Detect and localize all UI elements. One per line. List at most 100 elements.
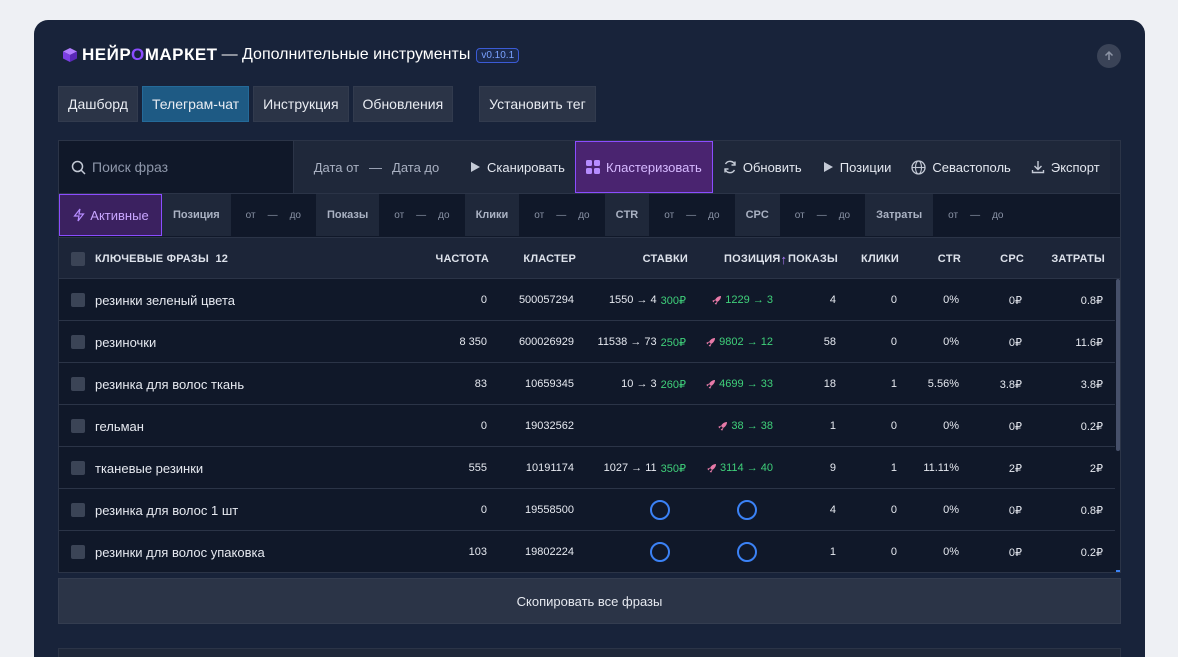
row-checkbox[interactable] [71,503,85,517]
frequency-value: 0 [480,420,487,432]
cpc-value: 0₽ [1008,336,1022,349]
scroll-up-button[interactable] [1097,44,1121,68]
bid-loading [650,489,670,531]
frequency-value: 555 [468,462,487,474]
bid-value: 1550 → 4 300₽ [566,279,686,321]
cluster-button[interactable]: Кластеризовать [574,141,713,193]
active-filter-button[interactable]: Активные [59,194,162,236]
page-title: — Дополнительные инструменты [221,46,471,63]
cpc-value: 0₽ [1008,420,1022,433]
column-cpc[interactable]: CPC [944,238,1024,280]
filter-to-input[interactable]: до [708,210,719,221]
tab-telegram-chat[interactable]: Телеграм-чат [141,86,250,122]
set-tag-button[interactable]: Установить тег [479,86,596,122]
column-frequency[interactable]: ЧАСТОТА [409,238,489,280]
region-button[interactable]: Севастополь [901,141,1021,193]
cpc-value: 3.8₽ [999,378,1022,391]
column-cost[interactable]: ЗАТРАТЫ [1025,238,1105,280]
scan-button[interactable]: Сканировать [459,141,575,193]
select-all-checkbox[interactable] [71,252,85,266]
frequency-value: 103 [468,546,487,558]
filter-to-input[interactable]: до [578,210,589,221]
scrollbar-thumb[interactable] [1116,279,1120,451]
phrase-text: резинка для волос 1 шт [95,502,239,518]
column-bids[interactable]: СТАВКИ [608,238,688,280]
positions-button[interactable]: Позиции [811,141,902,193]
copy-all-phrases-button[interactable]: Скопировать все фразы [58,578,1121,624]
phrase-text: резинки зеленый цвета [95,292,236,308]
table-row[interactable]: резинка для волос 1 шт 0 19558500 4 0 0% 0₽ 0.8… [59,489,1115,531]
row-checkbox[interactable] [71,335,85,349]
row-checkbox[interactable] [71,293,85,307]
filter-from-input[interactable]: от [534,210,544,221]
filter-from-input[interactable]: от [664,210,674,221]
column-cluster[interactable]: КЛАСТЕР [496,238,576,280]
filter-to-input[interactable]: до [992,210,1003,221]
filter-label: Затраты [865,194,934,236]
filter-to-input[interactable]: до [290,210,301,221]
search-input[interactable]: Поиск фраз [59,141,293,193]
filter-from-input[interactable]: от [948,210,958,221]
bid-change: 11538 → 73 [597,336,657,348]
position-loading [737,489,757,531]
lightning-icon [73,208,86,222]
column-phrases[interactable]: КЛЮЧЕВЫЕ ФРАЗЫ 12 [95,238,228,280]
row-checkbox[interactable] [71,419,85,433]
rocket-icon [706,338,716,347]
arrow-up-icon [1104,50,1114,60]
table-scrollbar[interactable] [1115,279,1120,572]
filter-cpc: CPC от — до [734,194,866,236]
loading-spinner-icon [737,500,757,520]
cluster-value: 19558500 [525,504,574,516]
filter-shows: Показы от — до [315,194,465,236]
date-from-field[interactable]: Дата от [314,160,359,175]
rocket-icon [712,296,722,305]
date-dash: — [369,159,383,175]
row-checkbox[interactable] [71,545,85,559]
row-checkbox[interactable] [71,461,85,475]
tab-updates[interactable]: Обновления [352,86,454,122]
export-button[interactable]: Экспорт [1020,141,1110,193]
scan-label: Сканировать [487,159,565,175]
table-row[interactable]: резинка для волос ткань 83 10659345 10 → 32… [59,363,1115,405]
phrase-text: тканевые резинки [95,460,204,476]
filter-label: CTR [604,194,650,236]
export-label: Экспорт [1050,159,1100,175]
filter-to-input[interactable]: до [438,210,449,221]
region-label: Севастополь [932,159,1011,175]
filter-clicks: Клики от — до [464,194,605,236]
row-checkbox[interactable] [71,377,85,391]
search-placeholder: Поиск фраз [92,159,169,175]
rocket-icon [718,422,728,431]
table-row[interactable]: резинки зеленый цвета 0 500057294 1550 → 43… [59,279,1115,321]
header: НЕЙРОМАРКЕТ — Дополнительные инструменты… [62,44,520,66]
filter-from-input[interactable]: от [394,210,404,221]
cluster-value: 19032562 [525,420,574,432]
frequency-value: 8 350 [459,336,487,348]
search-icon [71,160,86,175]
bottom-section [58,648,1121,657]
tab-instructions[interactable]: Инструкция [253,86,349,122]
phrase-text: гельман [95,418,144,434]
refresh-button[interactable]: Обновить [712,141,812,193]
table-header: КЛЮЧЕВЫЕ ФРАЗЫ 12 ЧАСТОТА КЛАСТЕР СТАВКИ… [59,237,1120,280]
date-range[interactable]: Дата от — Дата до [293,141,459,193]
version-badge: v0.10.1 [476,47,520,63]
table-row[interactable]: резинки для волос упаковка 103 19802224 1 0 0… [59,531,1115,572]
cluster-value: 19802224 [525,546,574,558]
filter-from-input[interactable]: от [795,210,805,221]
cost-value: 2₽ [1089,462,1103,475]
table-row[interactable]: тканевые резинки 555 10191174 1027 → 11 350₽… [59,447,1115,489]
filter-from-input[interactable]: от [246,210,256,221]
filter-label: CPC [734,194,780,236]
bid-value: 1027 → 11 350₽ [566,447,686,489]
tab-dashboard[interactable]: Дашборд [58,86,138,122]
table-row[interactable]: гельман 0 19032562 38 → 38 1 0 0% 0₽ 0.2₽ [59,405,1115,447]
cpc-value: 0₽ [1008,504,1022,517]
bid-value: 10 → 3 260₽ [566,363,686,405]
table-row[interactable]: резиночки 8 350 600026929 11538 → 73 250₽ 980… [59,321,1115,363]
date-to-field[interactable]: Дата до [392,160,439,175]
filter-to-input[interactable]: до [839,210,850,221]
refresh-icon [724,160,736,174]
phrase-text: резинка для волос ткань [95,376,245,392]
